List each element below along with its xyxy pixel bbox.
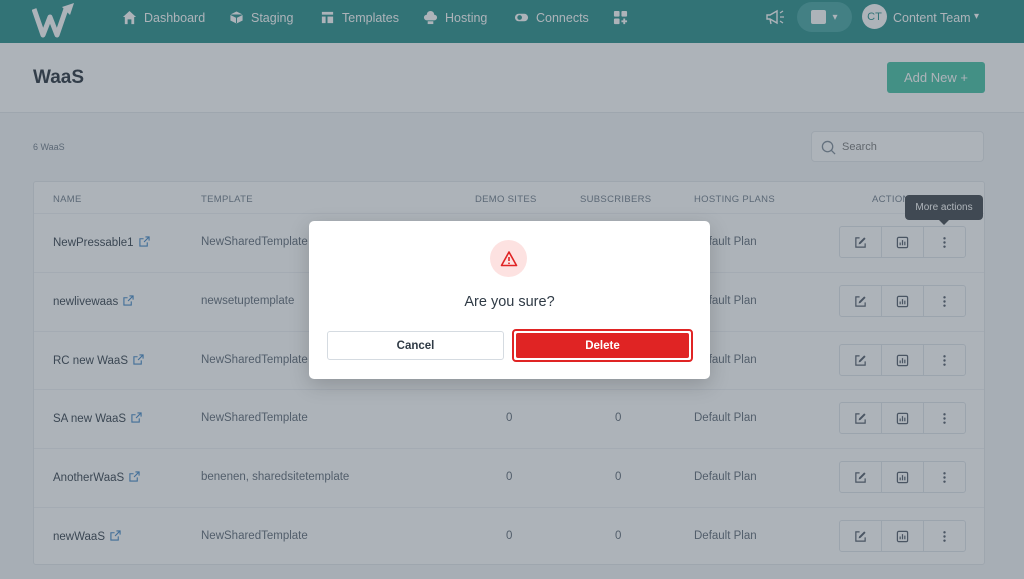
cancel-button[interactable]: Cancel	[327, 331, 504, 360]
delete-button[interactable]: Delete	[512, 329, 693, 362]
warning-badge	[490, 240, 527, 277]
confirm-delete-dialog: Are you sure? Cancel Delete	[309, 221, 710, 379]
delete-button-label: Delete	[516, 333, 689, 358]
dialog-title: Are you sure?	[464, 294, 555, 310]
warning-triangle-icon	[500, 250, 517, 266]
